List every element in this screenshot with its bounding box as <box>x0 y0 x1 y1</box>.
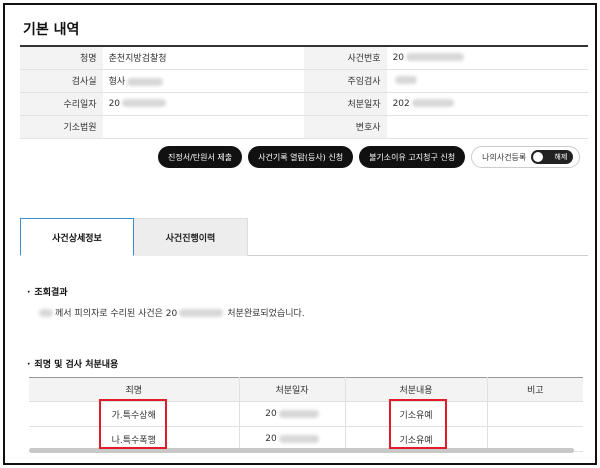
action-button-row: 진정서/탄원서 제출 사건기록 열람(등사) 신청 불기소이유 고지청구 신청 … <box>158 146 581 168</box>
table-row: 수리일자 20 처분일자 202 <box>20 92 588 116</box>
label-receipt-date: 수리일자 <box>20 92 103 116</box>
value-receipt-date: 20 <box>102 92 304 116</box>
value-lawyer <box>386 115 588 139</box>
non-prosecution-reason-request-button[interactable]: 불기소이유 고지청구 신청 <box>359 146 466 168</box>
label-court: 기소법원 <box>20 115 103 139</box>
redacted-text <box>278 409 319 418</box>
value-case-number: 20 <box>386 46 588 70</box>
column-header-date: 처분일자 <box>239 377 346 402</box>
redacted-text <box>394 76 417 84</box>
case-number-prefix: 20 <box>392 52 405 63</box>
disposition-date-prefix: 202 <box>392 98 410 109</box>
value-prosecutor <box>386 69 588 93</box>
redacted-text <box>179 308 224 317</box>
receipt-date-prefix: 20 <box>108 98 121 109</box>
submit-petition-button[interactable]: 진정서/탄원서 제출 <box>158 146 243 168</box>
value-prosecution-room: 형사 <box>102 69 304 93</box>
bullet-icon: · <box>27 360 31 370</box>
label-case-number: 사건번호 <box>303 46 387 70</box>
value-court <box>102 115 304 139</box>
label-office: 청명 <box>20 46 103 70</box>
inquiry-result-title: 조회결과 <box>34 288 68 298</box>
inquiry-result-heading: · 조회결과 <box>27 285 68 298</box>
label-prosecutor: 주임검사 <box>303 69 387 93</box>
highlight-box-charges <box>99 399 167 449</box>
inquiry-text-prefix: 께서 피의자로 수리된 사건은 20 <box>55 309 178 319</box>
highlight-box-results <box>389 399 447 449</box>
table-header-row: 죄명 처분일자 처분내용 비고 <box>29 377 583 402</box>
label-prosecution-room: 검사실 <box>20 69 103 93</box>
redacted-text <box>127 77 164 86</box>
label-lawyer: 변호사 <box>303 115 387 139</box>
screenshot-frame: 기본 내역 청명 춘천지방검찰청 사건번호 20 검사실 형사 주임검사 수리일… <box>3 3 597 465</box>
case-info-table: 청명 춘천지방검찰청 사건번호 20 검사실 형사 주임검사 수리일자 20 처… <box>20 45 588 139</box>
tab-case-detail[interactable]: 사건상세정보 <box>20 218 134 256</box>
cell-date: 20 <box>239 401 346 427</box>
disposition-heading: · 죄명 및 검사 처분내용 <box>27 357 118 370</box>
tab-case-history[interactable]: 사건진행이력 <box>134 218 248 256</box>
redacted-text <box>411 99 454 107</box>
inquiry-text-suffix: 처분완료되었습니다. <box>227 309 305 319</box>
my-case-toggle[interactable]: 해제 <box>531 150 574 164</box>
room-prefix: 형사 <box>108 77 126 87</box>
label-disposition-date: 처분일자 <box>303 92 387 116</box>
redacted-text <box>406 53 465 62</box>
column-header-note: 비고 <box>487 377 583 402</box>
redacted-text <box>278 434 319 443</box>
bullet-icon: · <box>27 288 31 298</box>
page-title: 기본 내역 <box>23 22 80 38</box>
value-disposition-date: 202 <box>386 92 588 116</box>
inquiry-result-text: 께서 피의자로 수리된 사건은 20 처분완료되었습니다. <box>37 306 305 319</box>
my-case-register-label: 나의사건등록 <box>482 152 527 162</box>
value-office: 춘천지방검찰청 <box>102 46 304 70</box>
records-view-request-button[interactable]: 사건기록 열람(등사) 신청 <box>248 146 354 168</box>
column-header-charge: 죄명 <box>29 377 240 402</box>
toggle-knob <box>533 152 544 162</box>
table-row: 검사실 형사 주임검사 <box>20 69 588 93</box>
tab-bar: 사건상세정보 사건진행이력 <box>20 218 588 256</box>
toggle-label: 해제 <box>554 153 568 161</box>
date-prefix: 20 <box>265 434 277 444</box>
disposition-title: 죄명 및 검사 처분내용 <box>34 360 119 370</box>
my-case-register: 나의사건등록 해제 <box>471 146 581 168</box>
redacted-text <box>122 99 167 107</box>
date-prefix: 20 <box>265 409 277 419</box>
cell-note <box>487 401 583 427</box>
column-header-result: 처분내용 <box>345 377 488 402</box>
table-row: 기소법원 변호사 <box>20 115 588 139</box>
table-row: 청명 춘천지방검찰청 사건번호 20 <box>20 46 588 70</box>
redacted-text <box>39 308 53 317</box>
